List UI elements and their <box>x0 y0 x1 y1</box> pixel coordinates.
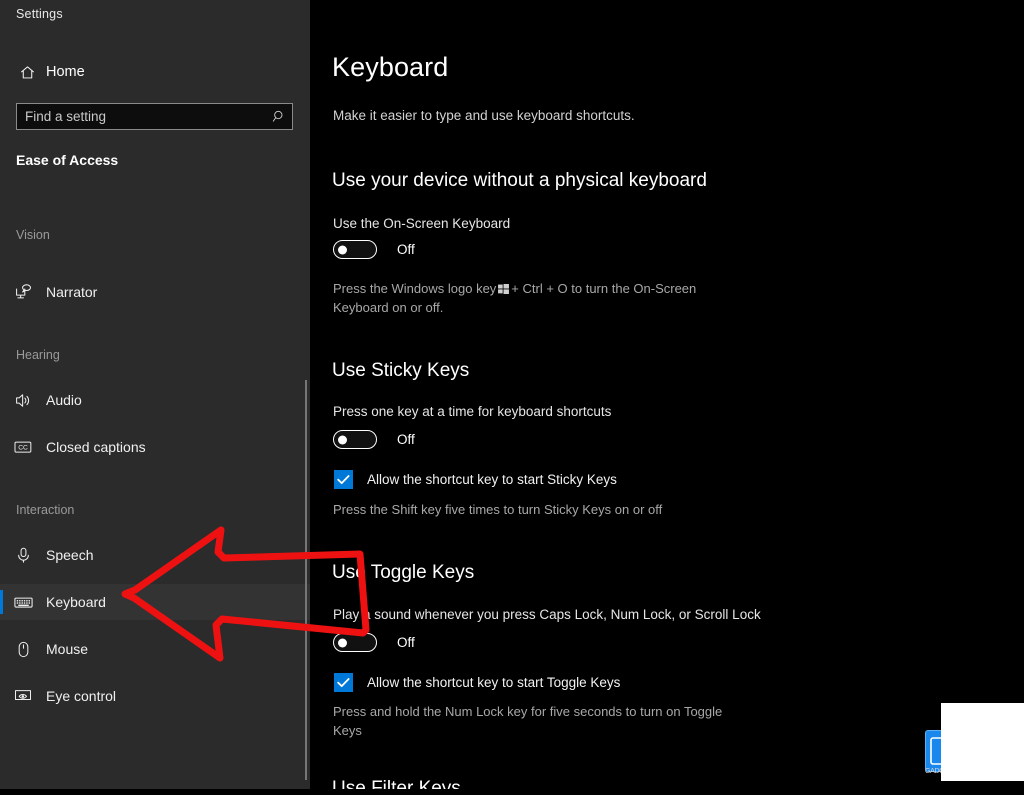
checkbox-row-toggle-keys: Allow the shortcut key to start Toggle K… <box>334 673 620 692</box>
checkbox-label-allow-sticky-keys-shortcut: Allow the shortcut key to start Sticky K… <box>367 472 617 487</box>
toggle-sticky-keys[interactable] <box>333 430 377 449</box>
setting-label-sticky-keys: Press one key at a time for keyboard sho… <box>333 404 612 419</box>
toggle-state-toggle-keys: Off <box>397 635 415 650</box>
sidebar-item-home-label: Home <box>46 64 85 80</box>
selection-indicator <box>0 543 3 567</box>
audio-speaker-icon <box>0 391 46 410</box>
toggle-row-sticky-keys: Off <box>333 430 415 449</box>
settings-main-content: Keyboard Make it easier to type and use … <box>310 0 1024 789</box>
windows-logo-key-icon <box>498 280 510 294</box>
sidebar-scrollbar[interactable] <box>305 380 307 780</box>
sidebar-item-narrator[interactable]: Narrator <box>0 274 310 310</box>
toggle-knob <box>338 638 347 647</box>
home-icon <box>8 64 46 81</box>
checkbox-row-sticky-keys: Allow the shortcut key to start Sticky K… <box>334 470 617 489</box>
toggle-row-on-screen-keyboard: Off <box>333 240 415 259</box>
selection-indicator <box>0 684 3 708</box>
sidebar-item-audio-label: Audio <box>46 392 82 408</box>
toggle-toggle-keys[interactable] <box>333 633 377 652</box>
sidebar-item-audio[interactable]: Audio <box>0 382 310 418</box>
search-input[interactable] <box>17 104 266 129</box>
settings-sidebar: Settings Home Ease of Access Vision <box>0 0 310 789</box>
sidebar-item-speech-label: Speech <box>46 547 94 563</box>
sidebar-item-closed-captions[interactable]: CC Closed captions <box>0 429 310 465</box>
eye-control-icon <box>0 686 46 706</box>
page-title: Keyboard <box>332 52 449 82</box>
sidebar-group-hearing: Hearing <box>16 348 60 362</box>
checkbox-allow-toggle-keys-shortcut[interactable] <box>334 673 353 692</box>
sidebar-item-mouse[interactable]: Mouse <box>0 631 310 667</box>
sidebar-item-narrator-label: Narrator <box>46 284 98 300</box>
setting-label-toggle-keys: Play a sound whenever you press Caps Loc… <box>333 607 761 622</box>
svg-text:CC: CC <box>18 445 28 452</box>
setting-label-on-screen-keyboard: Use the On-Screen Keyboard <box>333 216 511 231</box>
sidebar-item-eye-control-label: Eye control <box>46 688 117 704</box>
watermark-overlay-box <box>941 703 1024 781</box>
sidebar-item-eye-control[interactable]: Eye control <box>0 678 310 714</box>
hint-on-screen-keyboard: Press the Windows logo key + Ctrl + O to… <box>333 279 733 317</box>
hint-toggle-keys: Press and hold the Num Lock key for five… <box>333 704 723 738</box>
search-icon[interactable] <box>266 109 292 124</box>
selection-indicator <box>0 280 3 304</box>
checkbox-label-allow-toggle-keys-shortcut: Allow the shortcut key to start Toggle K… <box>367 675 621 690</box>
checkbox-allow-sticky-keys-shortcut[interactable] <box>334 470 353 489</box>
sidebar-item-home[interactable]: Home <box>8 56 298 88</box>
sidebar-item-keyboard-label: Keyboard <box>46 594 106 610</box>
keyboard-icon <box>0 592 46 613</box>
sidebar-item-keyboard[interactable]: Keyboard <box>0 584 310 620</box>
toggle-knob <box>338 435 347 444</box>
selection-indicator <box>0 435 3 459</box>
narrator-icon <box>0 283 46 302</box>
sidebar-item-mouse-label: Mouse <box>46 641 89 657</box>
hint-sticky-keys: Press the Shift key five times to turn S… <box>333 502 663 517</box>
app-title: Settings <box>16 7 63 21</box>
closed-captions-icon: CC <box>0 437 46 457</box>
toggle-state-sticky-keys: Off <box>397 432 415 447</box>
hint-text-before-winkey: Press the Windows logo key <box>333 281 497 296</box>
selection-indicator <box>0 388 3 412</box>
section-heading-physical-keyboard: Use your device without a physical keybo… <box>332 170 707 191</box>
selection-indicator <box>0 590 3 614</box>
toggle-row-toggle-keys: Off <box>333 633 415 652</box>
section-heading-sticky-keys: Use Sticky Keys <box>332 360 470 381</box>
toggle-knob <box>338 245 347 254</box>
microphone-icon <box>0 546 46 565</box>
selection-indicator <box>0 637 3 661</box>
sidebar-group-vision: Vision <box>16 228 50 242</box>
mouse-icon <box>0 640 46 659</box>
sidebar-item-speech[interactable]: Speech <box>0 537 310 573</box>
section-heading-toggle-keys: Use Toggle Keys <box>332 562 475 583</box>
sidebar-category-title: Ease of Access <box>16 152 119 168</box>
page-subtitle: Make it easier to type and use keyboard … <box>333 108 635 123</box>
window-bottom-border <box>0 789 1024 795</box>
search-box[interactable] <box>16 103 293 130</box>
settings-window: Settings Home Ease of Access Vision <box>0 0 1024 795</box>
toggle-state-on-screen-keyboard: Off <box>397 242 415 257</box>
sidebar-item-closed-captions-label: Closed captions <box>46 439 146 455</box>
toggle-on-screen-keyboard[interactable] <box>333 240 377 259</box>
section-heading-filter-keys: Use Filter Keys <box>332 778 461 789</box>
sidebar-group-interaction: Interaction <box>16 503 75 517</box>
